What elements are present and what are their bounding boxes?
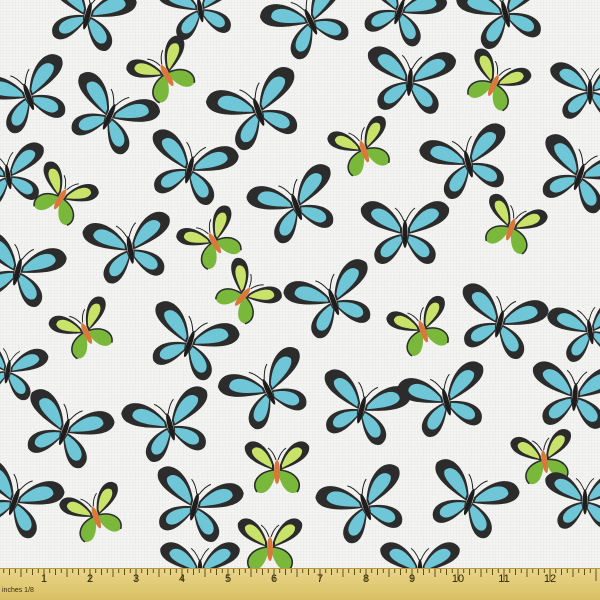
green-birdwing-butterfly-icon <box>56 478 133 548</box>
blue-swallowtail-butterfly-icon <box>138 126 242 211</box>
blue-swallowtail-butterfly-icon <box>36 0 140 57</box>
blue-swallowtail-butterfly-icon <box>155 0 245 44</box>
blue-swallowtail-butterfly-icon <box>362 44 458 117</box>
blue-swallowtail-butterfly-icon <box>256 0 365 69</box>
ruler-number: 6 <box>270 573 278 585</box>
blue-swallowtail-butterfly-icon <box>202 63 314 158</box>
ruler-number: 4 <box>178 573 186 585</box>
blue-swallowtail-butterfly-icon <box>80 209 180 288</box>
ruler-units-label: inches 1/8 <box>2 587 34 594</box>
ruler-number: 7 <box>316 573 324 585</box>
blue-swallowtail-butterfly-icon <box>448 280 552 365</box>
ruler-number: 12 <box>543 573 557 585</box>
green-birdwing-butterfly-icon <box>243 440 311 494</box>
blue-swallowtail-butterfly-icon <box>214 342 323 439</box>
blue-swallowtail-butterfly-icon <box>0 228 70 313</box>
blue-swallowtail-butterfly-icon <box>527 359 600 432</box>
blue-swallowtail-butterfly-icon <box>527 130 600 221</box>
ruler-number: 3 <box>132 573 140 585</box>
measuring-ruler: inches 1/8 1 2 3 4 5 6 7 8 9 10 11 12 <box>0 568 600 600</box>
green-birdwing-butterfly-icon <box>205 254 286 333</box>
blue-swallowtail-butterfly-icon <box>394 358 498 443</box>
blue-swallowtail-butterfly-icon <box>549 61 600 120</box>
blue-swallowtail-butterfly-icon <box>0 50 81 141</box>
blue-swallowtail-butterfly-icon <box>379 541 461 568</box>
blue-swallowtail-butterfly-icon <box>453 0 557 55</box>
blue-swallowtail-butterfly-icon <box>312 460 418 551</box>
blue-swallowtail-butterfly-icon <box>310 366 414 451</box>
blue-swallowtail-butterfly-icon <box>159 541 241 568</box>
blue-swallowtail-butterfly-icon <box>143 463 247 548</box>
blue-swallowtail-butterfly-icon <box>544 471 600 530</box>
blue-swallowtail-butterfly-icon <box>55 67 164 164</box>
ruler-number: 8 <box>362 573 370 585</box>
blue-swallowtail-butterfly-icon <box>118 383 222 468</box>
blue-swallowtail-butterfly-icon <box>416 120 520 205</box>
green-birdwing-butterfly-icon <box>324 112 401 182</box>
ruler-number: 2 <box>86 573 94 585</box>
blue-swallowtail-butterfly-icon <box>137 297 243 388</box>
green-birdwing-butterfly-icon <box>236 517 304 568</box>
blue-swallowtail-butterfly-icon <box>243 160 349 251</box>
ruler-number: 9 <box>408 573 416 585</box>
blue-swallowtail-butterfly-icon <box>417 455 523 546</box>
ruler-number: 5 <box>224 573 232 585</box>
butterfly-pattern-canvas <box>0 0 600 568</box>
green-birdwing-butterfly-icon <box>456 45 535 118</box>
green-birdwing-butterfly-icon <box>474 190 551 260</box>
ruler-number: 10 <box>451 573 465 585</box>
green-birdwing-butterfly-icon <box>45 293 124 366</box>
blue-swallowtail-butterfly-icon <box>360 200 450 265</box>
fabric-pattern-image: inches 1/8 1 2 3 4 5 6 7 8 9 10 11 12 <box>0 0 600 600</box>
blue-swallowtail-butterfly-icon <box>12 385 118 476</box>
ruler-number: 11 <box>498 573 510 585</box>
blue-swallowtail-butterfly-icon <box>545 295 600 366</box>
blue-swallowtail-butterfly-icon <box>0 455 68 546</box>
green-birdwing-butterfly-icon <box>383 292 460 362</box>
ruler-number: 1 <box>40 573 48 585</box>
green-birdwing-butterfly-icon <box>122 32 207 111</box>
blue-swallowtail-butterfly-icon <box>349 0 450 54</box>
blue-swallowtail-butterfly-icon <box>280 255 386 346</box>
